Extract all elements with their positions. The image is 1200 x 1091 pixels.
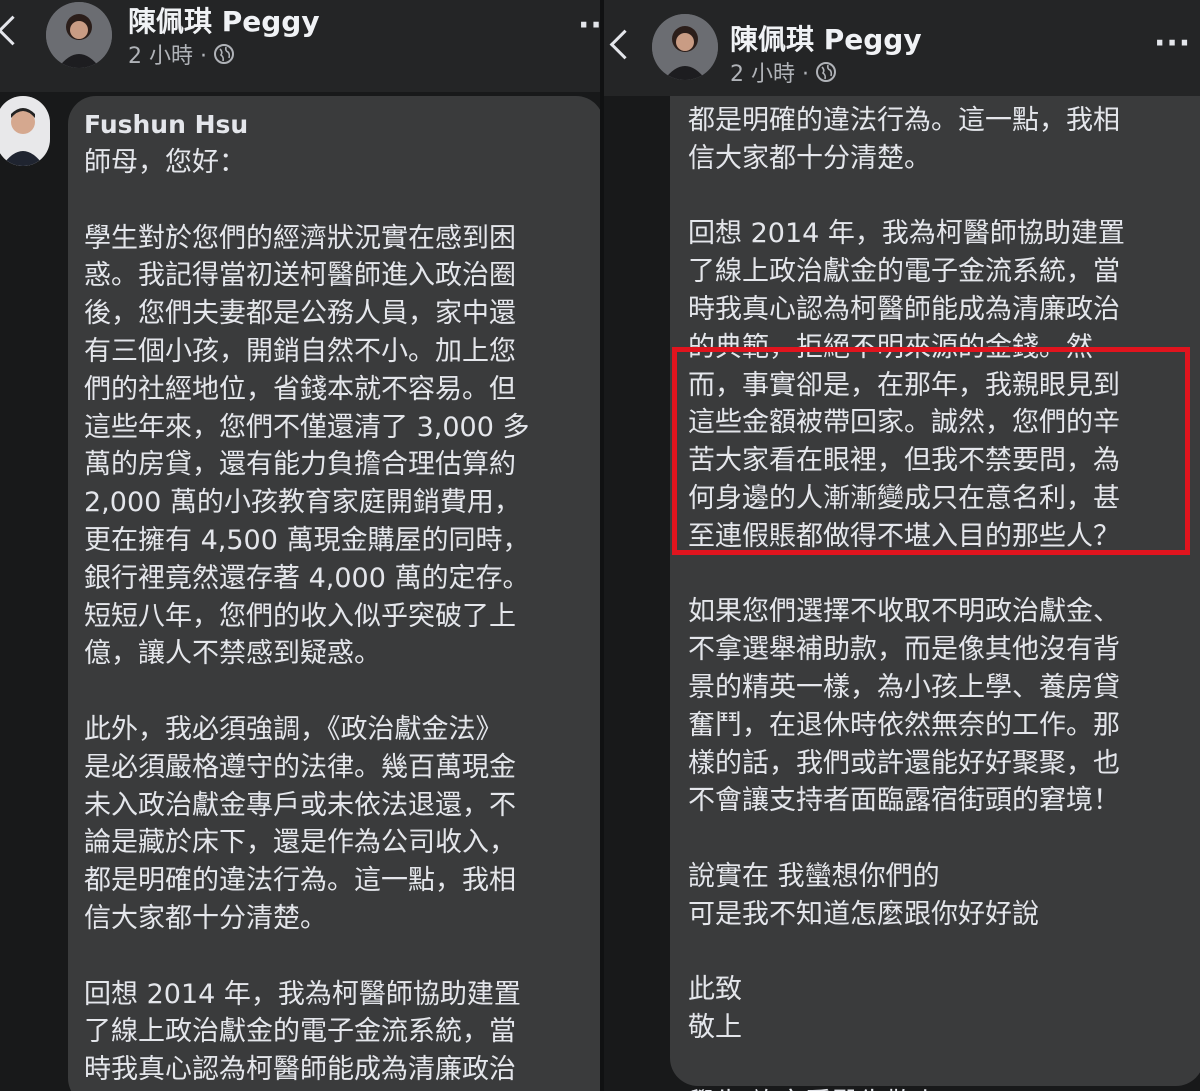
back-chevron-left-icon[interactable] <box>609 29 640 60</box>
comment-line: 景的精英一樣，為小孩上學、養房貸 <box>688 671 1120 703</box>
comment-line <box>84 938 529 976</box>
commenter-name[interactable]: Fushun Hsu <box>84 110 248 139</box>
comment-line: 後，您們夫妻都是公務人員，家中還 <box>84 298 516 330</box>
comment-line <box>84 673 529 711</box>
post-meta: 2 小時 · <box>128 38 235 70</box>
comment-line: 時我真心認為柯醫師能成為清廉政治 <box>688 293 1120 325</box>
comment-line: 時我真心認為柯醫師能成為清廉政治 <box>84 1054 516 1086</box>
poster-name[interactable]: 陳佩琪 Peggy <box>128 0 320 40</box>
comment-line: 回想 2014 年，我為柯醫師協助建置 <box>84 978 521 1010</box>
comment-line: 學生 許富舜醫生敬上 <box>688 1085 1125 1091</box>
comment-line: 億，讓人不禁感到疑惑。 <box>84 638 381 670</box>
red-highlight-box <box>672 347 1190 555</box>
comment-line: 銀行裡竟然還存著 4,000 萬的定存。 <box>84 562 530 594</box>
post-meta: 2 小時 · <box>730 56 837 88</box>
comment-line: 論是藏於床下，還是作為公司收入， <box>84 827 516 859</box>
comment-line: 敬上 <box>688 1012 742 1044</box>
comment-line: 了線上政治獻金的電子金流系統，當 <box>688 256 1120 288</box>
commenter-avatar[interactable] <box>0 96 50 166</box>
globe-icon <box>815 62 836 82</box>
comment-line: 了線上政治獻金的電子金流系統，當 <box>84 1016 516 1048</box>
comment-line <box>688 556 1125 594</box>
poster-avatar[interactable] <box>652 14 718 80</box>
comment-bubble: Fushun Hsu 師母，您好： 學生對於您們的經濟狀況實在感到困 惑。我記得當… <box>68 96 600 1091</box>
comment-line: 如果您們選擇不收取不明政治獻金、 <box>688 596 1120 628</box>
comment-line: 未入政治獻金專戶或未依法退還，不 <box>84 789 516 821</box>
poster-avatar[interactable] <box>46 2 112 68</box>
comment-body: 師母，您好： 學生對於您們的經濟狀況實在感到困 惑。我記得當初送柯醫師進入政治圈後… <box>84 144 529 1089</box>
comment-line <box>688 178 1125 216</box>
comment-line <box>688 1047 1125 1085</box>
comment-line <box>84 182 529 220</box>
comment-line: 學生對於您們的經濟狀況實在感到困 <box>84 222 516 254</box>
comment-line: 惑。我記得當初送柯醫師進入政治圈 <box>84 260 516 292</box>
post-header: 陳佩琪 Peggy 2 小時 · ··· <box>0 0 600 92</box>
comment-line: 師母，您好： <box>84 147 246 178</box>
comment-body: 都是明確的違法行為。這一點，我相 信大家都十分清楚。 回想 2014 年，我為柯醫… <box>688 102 1125 1091</box>
comment-line: 們的社經地位，省錢本就不容易。但 <box>84 373 516 405</box>
comment-line: 此致 <box>688 974 742 1006</box>
post-timestamp[interactable]: 2 小時 · <box>128 38 207 70</box>
comment-line <box>688 820 1125 858</box>
back-chevron-left-icon[interactable] <box>0 15 28 46</box>
comment-bubble: 都是明確的違法行為。這一點，我相 信大家都十分清楚。 回想 2014 年，我為柯醫… <box>670 70 1200 1091</box>
more-options-icon[interactable]: ··· <box>578 8 600 43</box>
comment-line: 回想 2014 年，我為柯醫師協助建置 <box>688 218 1125 250</box>
post-timestamp[interactable]: 2 小時 · <box>730 56 809 88</box>
comment-line: 更在擁有 4,500 萬現金購屋的同時， <box>84 524 530 556</box>
comment-line: 短短八年，您們的收入似乎突破了上 <box>84 600 516 632</box>
comment-line: 樣的話，我們或許還能好好聚聚，也 <box>688 747 1120 779</box>
comment-line: 奮鬥，在退休時依然無奈的工作。那 <box>688 709 1120 741</box>
comment-line: 這些年來，您們不僅還清了 3,000 多 <box>84 411 530 443</box>
comment-line: 說實在 我蠻想你們的 <box>688 860 940 892</box>
comment-line: 不拿選舉補助款，而是像其他沒有背 <box>688 634 1120 666</box>
comment-line: 此外，我必須強調，《政治獻金法》 <box>84 713 503 745</box>
right-screenshot: 陳佩琪 Peggy 2 小時 · ··· 都是明確的違法行為。這一點，我相 信大家… <box>600 0 1200 1091</box>
comment-line <box>688 934 1125 972</box>
globe-icon <box>213 44 234 64</box>
comment-line: 都是明確的違法行為。這一點，我相 <box>84 865 516 897</box>
more-options-icon[interactable]: ··· <box>1154 26 1191 61</box>
comment-line: 不會讓支持者面臨露宿街頭的窘境！ <box>688 785 1120 817</box>
comment-line: 都是明確的違法行為。這一點，我相 <box>688 105 1120 136</box>
left-screenshot: 陳佩琪 Peggy 2 小時 · ··· Fushun Hsu 師母，您好： 學… <box>0 0 600 1091</box>
comment-line: 有三個小孩，開銷自然不小。加上您 <box>84 335 516 367</box>
comment-line: 2,000 萬的小孩教育家庭開銷費用， <box>84 487 521 519</box>
comment-line: 信大家都十分清楚。 <box>84 902 327 934</box>
post-header: 陳佩琪 Peggy 2 小時 · ··· <box>604 0 1200 96</box>
poster-name[interactable]: 陳佩琪 Peggy <box>730 18 922 58</box>
comment-line: 可是我不知道怎麼跟你好好說 <box>688 898 1039 930</box>
comment-line: 萬的房貸，還有能力負擔合理估算約 <box>84 449 516 481</box>
comment-line: 信大家都十分清楚。 <box>688 142 931 174</box>
comment-line: 是必須嚴格遵守的法律。幾百萬現金 <box>84 751 516 783</box>
